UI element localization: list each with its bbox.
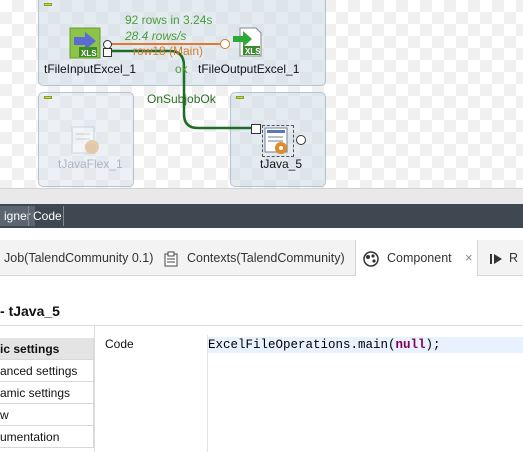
nav-label: amic settings (0, 386, 71, 400)
tab-run[interactable]: R (489, 240, 518, 276)
component-settings-nav: ic settings anced settings amic settings… (0, 338, 94, 448)
nav-dynamic-settings[interactable]: amic settings (0, 382, 94, 404)
run-icon (490, 253, 502, 264)
component-connector-in[interactable] (251, 124, 261, 134)
java-icon (264, 127, 288, 154)
tab-contexts[interactable]: Contexts(TalendCommunity) (163, 240, 345, 276)
close-icon[interactable]: × (465, 240, 473, 276)
component-tfileoutputexcel[interactable]: XLS (232, 27, 262, 57)
nav-label: anced settings (0, 364, 78, 378)
code-editor[interactable]: ExcelFileOperations.main(null); (207, 335, 523, 452)
link-name[interactable]: row18 (Main) (133, 44, 203, 58)
excel-badge: XLS (81, 49, 97, 58)
on-subjob-ok-label[interactable]: OnSubjobOk (147, 92, 216, 106)
nav-view[interactable]: w (0, 404, 94, 426)
nav-label: umentation (0, 430, 60, 444)
code-text: ExcelFileOperations.main( (208, 338, 396, 352)
java-flex-icon (71, 126, 99, 154)
code-field-label: Code (105, 337, 134, 351)
tab-component[interactable]: Component × (355, 240, 478, 276)
component-tjava[interactable] (262, 125, 294, 157)
designer-canvas[interactable]: XLS tFileInputExcel_1 XLS tFileOutputExc… (0, 0, 523, 188)
component-trigger-connector[interactable] (103, 48, 112, 57)
component-label: tFileOutputExcel_1 (198, 62, 300, 76)
editor-splitter[interactable] (0, 188, 523, 204)
excel-input-icon: XLS (69, 27, 101, 59)
tab-separator (63, 206, 64, 226)
nav-basic-settings[interactable]: ic settings (0, 338, 94, 360)
component-label: tJavaFlex_1 (58, 157, 123, 171)
tab-label: Job(TalendCommunity 0.1) (4, 251, 154, 265)
link-stats-rows: 92 rows in 3.24s (125, 13, 213, 27)
nav-documentation[interactable]: umentation (0, 426, 94, 448)
component-panel-title: - tJava_5 (0, 303, 60, 319)
link-stats-rate: 28.4 rows/s (125, 29, 187, 43)
tab-label: Component (387, 251, 452, 265)
tab-code[interactable]: Code (29, 206, 66, 226)
component-tfileinputexcel[interactable]: XLS (69, 27, 101, 59)
code-text: ); (425, 338, 441, 352)
nav-advanced-settings[interactable]: anced settings (0, 360, 94, 382)
ok-label: ok (175, 62, 188, 76)
code-keyword: null (395, 338, 426, 352)
nav-label: ic settings (0, 342, 60, 356)
tab-label: Contexts(TalendCommunity) (187, 251, 345, 265)
component-icon (363, 250, 379, 267)
code-line[interactable]: ExcelFileOperations.main(null); (208, 337, 523, 353)
views-tab-bar: Job(TalendCommunity 0.1) Contexts(Talend… (0, 240, 523, 276)
component-connector-in[interactable] (220, 39, 230, 49)
title-divider (0, 325, 523, 326)
contexts-icon (164, 251, 178, 267)
component-tjavaflex[interactable] (70, 125, 102, 157)
component-name: tJava_5 (8, 303, 60, 319)
editor-tab-bar: igner Code (0, 204, 523, 228)
component-connector-out[interactable] (296, 135, 306, 145)
component-label: tFileInputExcel_1 (44, 62, 137, 76)
excel-badge: XLS (245, 47, 261, 56)
component-label: tJava_5 (260, 157, 303, 171)
nav-label: w (0, 408, 9, 422)
pane-divider (94, 326, 95, 452)
tab-label: R (509, 251, 519, 265)
tab-job[interactable]: Job(TalendCommunity 0.1) (4, 240, 153, 276)
excel-output-icon: XLS (233, 27, 262, 57)
title-dash: - (0, 303, 9, 319)
